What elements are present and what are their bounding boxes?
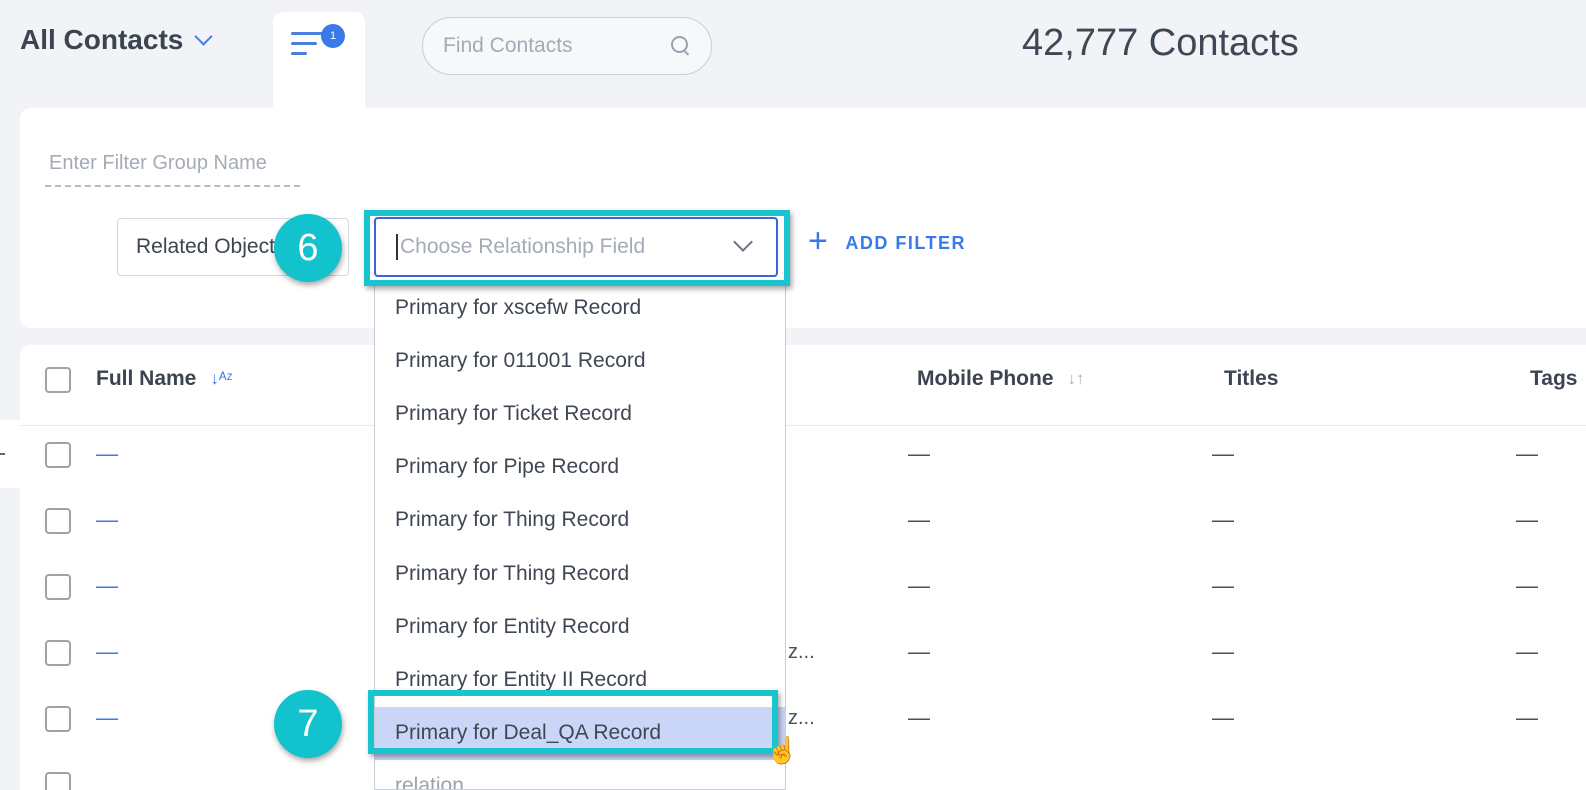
contact-count: 42,777 Contacts	[1022, 22, 1299, 64]
step-6-marker: 6	[274, 214, 342, 282]
dropdown-option[interactable]: Primary for Pipe Record	[375, 441, 785, 494]
hand-cursor-icon: ☝	[766, 735, 799, 765]
search-box[interactable]	[422, 17, 712, 75]
mobile-phone-cell: —	[908, 639, 930, 664]
titles-cell: —	[1212, 441, 1234, 466]
titles-cell: —	[1212, 705, 1234, 730]
filter-panel: Enter Filter Group Name Related Objects …	[20, 108, 1586, 328]
row-checkbox[interactable]	[45, 442, 71, 468]
dropdown-option[interactable]: Primary for Entity II Record	[375, 653, 785, 706]
dropdown-group-label: relation	[395, 774, 464, 790]
chevron-down-icon[interactable]	[733, 232, 753, 252]
select-all-checkbox[interactable]	[45, 367, 71, 393]
dropdown-option-selected[interactable]: Primary for Deal_QA Record	[375, 706, 785, 760]
column-header-tags[interactable]: Tags	[1530, 367, 1577, 391]
column-header-titles[interactable]: Titles	[1224, 367, 1278, 391]
row-checkbox[interactable]	[45, 772, 71, 790]
full-name-cell[interactable]: —	[96, 639, 118, 665]
contacts-table: Full Name ↓ᴬᶻ Mobile Phone ↓↑ Titles Tag…	[20, 345, 1586, 790]
column-header-full-name[interactable]: Full Name ↓ᴬᶻ	[96, 367, 233, 391]
column-header-mobile-phone[interactable]: Mobile Phone ↓↑	[917, 367, 1085, 391]
add-filter-button[interactable]: + ADD FILTER	[808, 224, 967, 258]
row-checkbox[interactable]	[45, 508, 71, 534]
tags-cell: —	[1516, 705, 1538, 730]
text-caret	[396, 234, 398, 260]
dropdown-option[interactable]: Primary for Thing Record	[375, 494, 785, 547]
relationship-field-dropdown: Primary for xscefw Record Primary for 01…	[374, 281, 786, 790]
chevron-down-icon	[194, 26, 214, 46]
tags-cell: —	[1516, 573, 1538, 598]
dropdown-option[interactable]: Primary for Thing Record	[375, 547, 785, 600]
mobile-phone-cell: —	[908, 441, 930, 466]
plus-icon: +	[808, 222, 830, 260]
filter-group-name-input[interactable]: Enter Filter Group Name	[45, 148, 300, 187]
relationship-field-placeholder: Choose Relationship Field	[400, 235, 646, 258]
truncated-cell: z...	[788, 707, 815, 729]
filter-icon	[291, 32, 325, 58]
tags-cell: —	[1516, 441, 1538, 466]
full-name-cell[interactable]: —	[96, 507, 118, 533]
mobile-phone-cell: —	[908, 573, 930, 598]
titles-cell: —	[1212, 573, 1234, 598]
filter-count-badge: 1	[321, 24, 345, 48]
titles-cell: —	[1212, 507, 1234, 532]
dropdown-option[interactable]: Primary for 011001 Record	[375, 334, 785, 387]
tags-cell: —	[1516, 507, 1538, 532]
step-7-marker: 7	[274, 690, 342, 758]
truncated-cell: z...	[788, 641, 815, 663]
dropdown-option[interactable]: Primary for xscefw Record	[375, 281, 785, 334]
view-title: All Contacts	[20, 24, 184, 55]
row-checkbox[interactable]	[45, 706, 71, 732]
row-checkbox[interactable]	[45, 640, 71, 666]
titles-cell: —	[1212, 639, 1234, 664]
relationship-field-select[interactable]: Choose Relationship Field	[374, 217, 778, 277]
add-filter-label: ADD FILTER	[845, 232, 967, 253]
mobile-phone-cell: —	[908, 507, 930, 532]
full-name-cell[interactable]: —	[96, 573, 118, 599]
side-collapse-tab[interactable]	[0, 420, 22, 488]
sort-icon[interactable]: ↓↑	[1068, 369, 1085, 389]
search-icon[interactable]	[671, 36, 691, 56]
filter-tab[interactable]: 1	[273, 12, 365, 122]
search-input[interactable]	[443, 34, 671, 58]
dropdown-option[interactable]: Primary for Entity Record	[375, 600, 785, 653]
sort-az-icon[interactable]: ↓ᴬᶻ	[210, 369, 232, 389]
tags-cell: —	[1516, 639, 1538, 664]
full-name-cell[interactable]: —	[96, 705, 118, 731]
header-divider	[20, 425, 1586, 426]
row-checkbox[interactable]	[45, 574, 71, 600]
full-name-cell[interactable]: —	[96, 441, 118, 467]
mobile-phone-cell: —	[908, 705, 930, 730]
dropdown-option[interactable]: Primary for Ticket Record	[375, 387, 785, 440]
view-selector[interactable]: All Contacts	[20, 24, 214, 56]
